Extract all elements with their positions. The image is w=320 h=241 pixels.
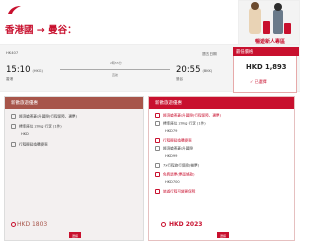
fare-option-basic-radio[interactable] — [11, 221, 16, 227]
fare-feature-row: 經濟艙燕菱/升國際(行程保障、選票) — [155, 113, 221, 119]
change-icon — [11, 142, 16, 147]
calendar-icon — [155, 138, 160, 143]
fare-option-plus-title: 新歡旅遊優惠 — [149, 97, 294, 109]
shield-icon — [155, 189, 160, 194]
fare-feature-row: 旅遊行程可變更保障 — [155, 189, 195, 195]
fare-option-basic: 新歡旅遊優惠 經濟艙燕菱/升國際(行程保障、選票) 標準座位 20kg 行李 (… — [4, 96, 144, 241]
departure-time: 15:10 (HKG) — [6, 65, 43, 75]
airline-logo-icon — [8, 6, 21, 14]
selected-indicator: ✓ 已選擇 — [250, 79, 267, 84]
fare-price: HKD 1,893 — [246, 63, 287, 71]
fare-feature-row: 標準座位 20kg 行李 (1件) — [155, 121, 206, 127]
fare-option-plus: 新歡旅遊優惠 經濟艙燕菱/升國際(行程保障、選票) 標準座位 20kg 行李 (… — [148, 96, 295, 241]
fare-feature-row: 7x行程旅行保險(機票) — [155, 163, 199, 169]
fare-price-box[interactable]: 最低價格 HKD 1,893 ✓ 已選擇 — [233, 47, 299, 93]
fare-option-plus-price: HKD 2023 — [169, 221, 203, 228]
fare-option-plus-radio[interactable] — [161, 221, 166, 227]
route-title: 香港國 → 曼谷： — [5, 25, 77, 36]
insurance-icon — [155, 163, 160, 168]
hero-promo-card[interactable]: 暢遊新人專區 — [238, 0, 300, 46]
flight-duration: 2時55分 — [110, 61, 122, 65]
arrival-time: 20:55 (BKK) — [176, 65, 213, 75]
select-plus-button[interactable]: 選擇 — [217, 232, 229, 238]
seat-icon — [155, 113, 160, 118]
arrival-airport: 曼谷 — [176, 77, 183, 81]
fare-feature-row: HKD — [21, 132, 29, 136]
fare-feature-row: HKD79 — [165, 129, 178, 133]
fare-feature-row: 經濟艙燕菱/升國際(行程保障、選票) — [11, 114, 77, 120]
meal-icon — [155, 146, 160, 151]
travelers-illustration-icon — [249, 2, 291, 34]
fare-feature-row: 行程輕鬆換購優惠 — [155, 138, 192, 144]
flight-number: HK407 — [6, 51, 19, 55]
luggage-icon — [155, 121, 160, 126]
refund-icon — [155, 172, 160, 177]
fare-feature-row: HKD700 — [165, 180, 180, 184]
select-basic-button[interactable]: 選擇 — [69, 232, 81, 238]
fare-option-basic-title: 新歡旅遊優惠 — [5, 97, 143, 109]
fare-feature-row: 經濟艙燕菱/升國際 — [155, 146, 193, 152]
fare-feature-row: 行程輕鬆換購優惠 — [11, 142, 48, 148]
flight-stops: 直航 — [112, 73, 119, 77]
departure-airport: 香港 — [6, 77, 13, 81]
fare-option-basic-price: HKD 1803 — [17, 221, 48, 228]
route-line — [60, 69, 170, 70]
luggage-icon — [11, 124, 16, 129]
fare-feature-row: 標準座位 20kg 行李 (1件) — [11, 124, 62, 130]
cheapest-tag: 最低價格 — [233, 47, 299, 56]
seat-icon — [11, 114, 16, 119]
fare-feature-row: 免費退票(票面條款) — [155, 172, 195, 178]
fare-feature-row: HKD99 — [165, 154, 178, 158]
arrival-date: 週五日期 — [202, 52, 217, 56]
